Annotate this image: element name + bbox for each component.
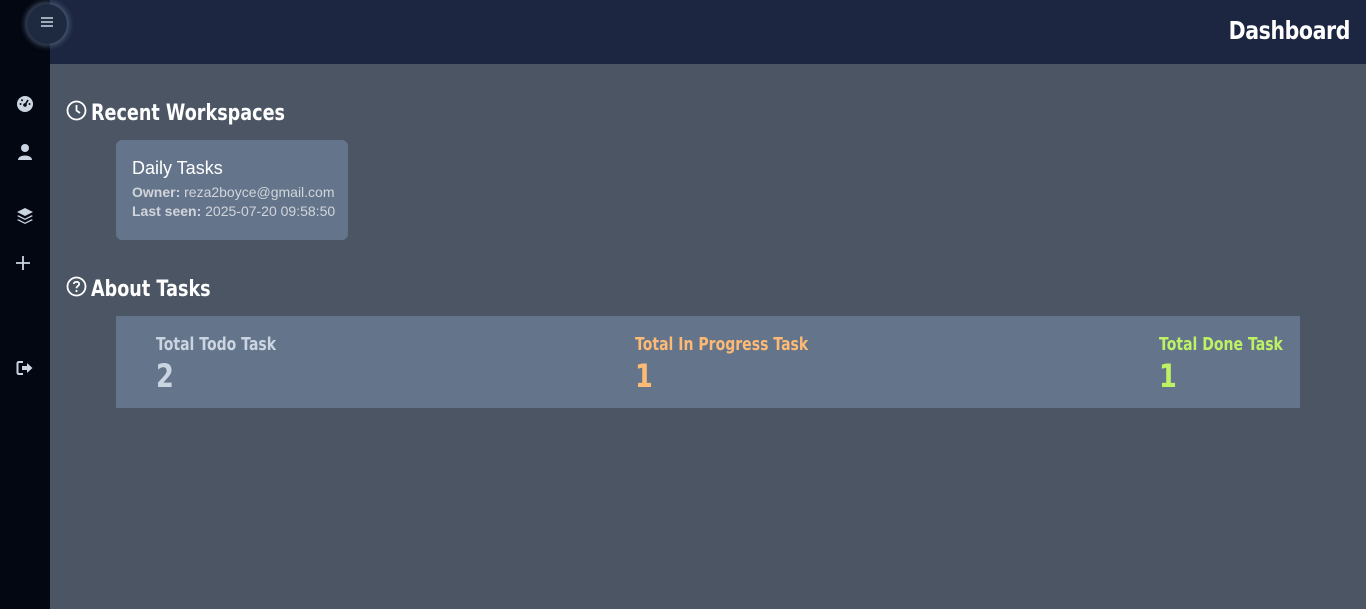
stat-done: Total Done Task 1 xyxy=(1159,334,1318,395)
layers-icon[interactable] xyxy=(13,204,37,228)
workspace-name: Daily Tasks xyxy=(132,158,223,178)
menu-icon xyxy=(40,15,54,33)
recent-workspaces-heading: Recent Workspaces xyxy=(66,100,333,126)
last-seen-value: 2025-07-20 09:58:50 xyxy=(205,203,336,219)
stat-todo-value: 2 xyxy=(156,357,174,395)
stat-todo: Total Todo Task 2 xyxy=(156,334,310,395)
task-stats-panel: Total Todo Task 2 Total In Progress Task… xyxy=(116,316,1300,408)
main-content: Recent Workspaces Daily Tasks Owner: rez… xyxy=(50,64,1366,609)
owner-label: Owner: xyxy=(132,184,181,200)
owner-email: reza2boyce@gmail.com xyxy=(184,184,335,200)
about-tasks-title: About Tasks xyxy=(91,276,211,302)
dashboard-icon[interactable] xyxy=(13,92,37,116)
workspace-last-seen: Last seen: 2025-07-20 09:58:50 xyxy=(132,203,348,219)
workspace-card[interactable]: Daily Tasks Owner: reza2boyce@gmail.com … xyxy=(116,140,348,240)
top-bar: Dashboard xyxy=(50,0,1366,64)
plus-icon[interactable] xyxy=(11,251,35,275)
recent-workspaces-title: Recent Workspaces xyxy=(91,100,285,126)
stat-done-value: 1 xyxy=(1159,357,1177,395)
page-title: Dashboard xyxy=(1228,16,1351,45)
clock-icon xyxy=(66,100,87,126)
stat-done-label: Total Done Task xyxy=(1159,334,1283,355)
sidebar xyxy=(0,0,50,609)
stat-todo-label: Total Todo Task xyxy=(156,334,277,355)
logout-icon[interactable] xyxy=(13,356,37,380)
stat-in-progress-label: Total In Progress Task xyxy=(635,334,809,355)
user-icon[interactable] xyxy=(13,140,37,164)
stat-in-progress-value: 1 xyxy=(635,357,653,395)
about-tasks-heading: About Tasks xyxy=(66,276,241,302)
workspace-owner: Owner: reza2boyce@gmail.com xyxy=(132,184,348,200)
menu-toggle-button[interactable] xyxy=(27,4,67,44)
stat-in-progress: Total In Progress Task 1 xyxy=(635,334,857,395)
last-seen-label: Last seen: xyxy=(132,203,202,219)
question-circle-icon xyxy=(66,276,87,302)
